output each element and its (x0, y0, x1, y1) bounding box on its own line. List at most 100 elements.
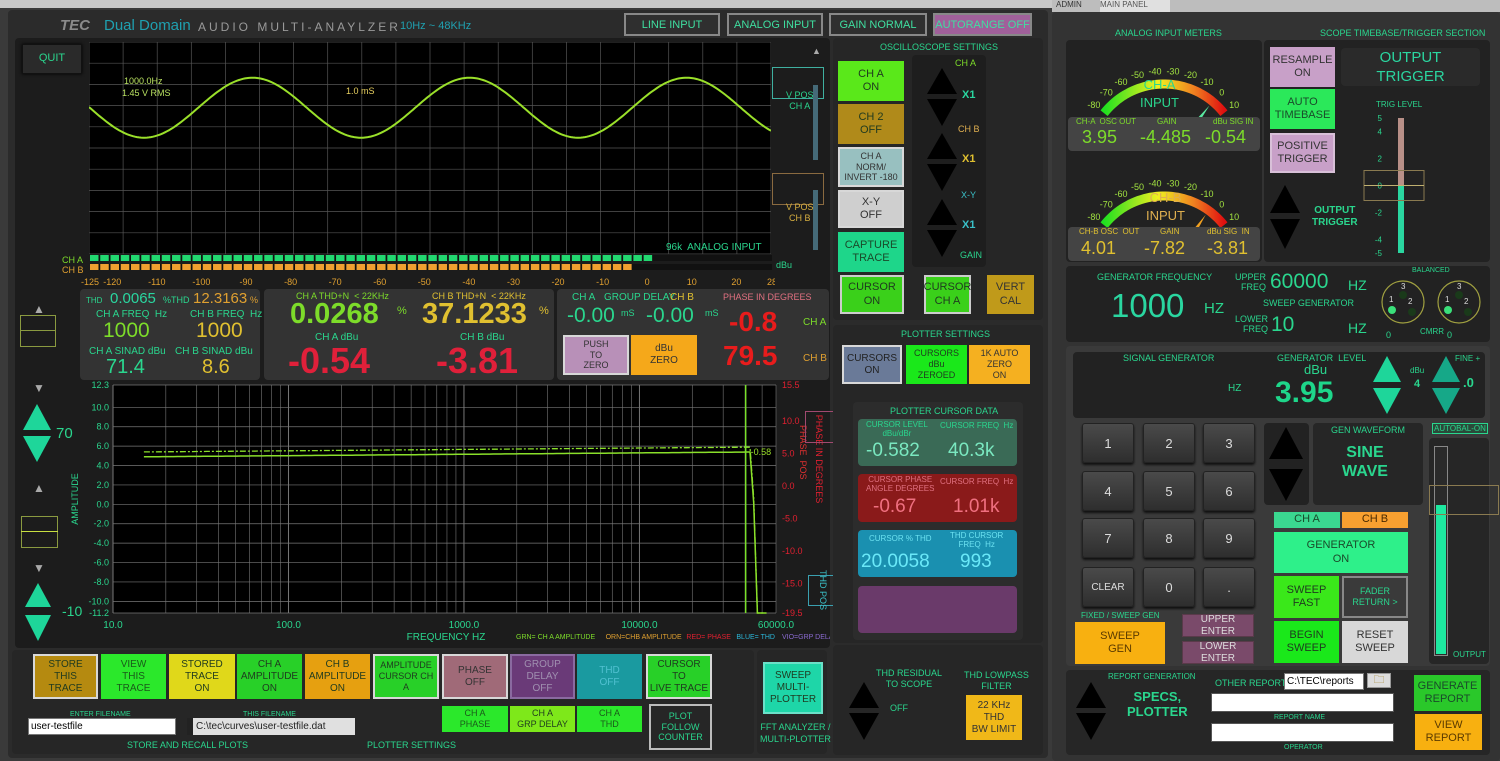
key-4[interactable]: 4 (1082, 471, 1134, 511)
plot-vertical-slider[interactable] (21, 516, 58, 548)
auto-zero-button[interactable]: 1K AUTO ZERO ON (969, 345, 1030, 384)
cursors-zeroed-button[interactable]: CURSORS dBu ZEROED (906, 345, 967, 384)
resample-on-button[interactable]: RESAMPLE ON (1270, 47, 1335, 87)
key-9[interactable]: 9 (1203, 518, 1255, 558)
level-segment-ch-a (571, 255, 581, 261)
key-3[interactable]: 3 (1203, 423, 1255, 463)
output-trigger-stepper[interactable] (1269, 185, 1301, 249)
gain-ch-a-stepper[interactable] (926, 68, 958, 126)
y-tick-label: 4.0 (96, 461, 109, 471)
key-decimal[interactable]: . (1203, 567, 1255, 607)
gain-normal-button[interactable]: GAIN NORMAL (829, 13, 927, 36)
cursor-on-button[interactable]: CURSOR ON (840, 275, 904, 314)
sweep-fast-button[interactable]: SWEEP FAST (1274, 576, 1339, 618)
store-trace-button[interactable]: STORE THIS TRACE (33, 654, 98, 699)
generate-report-button[interactable]: GENERATE REPORT (1414, 675, 1481, 711)
vpos-ch-a-track[interactable] (813, 85, 818, 160)
amplitude-cursor-button[interactable]: AMPLITUDE CURSOR CH A (373, 654, 439, 699)
stored-trace-on-button[interactable]: STORED TRACE ON (169, 654, 235, 699)
report-type-stepper[interactable] (1075, 682, 1107, 740)
scope-scroll-up-icon[interactable]: ▲ (33, 302, 45, 316)
thd-off-button[interactable]: THD OFF (577, 654, 642, 699)
folder-browse-icon[interactable]: 🗀 (1367, 673, 1391, 688)
vpos-ch-b-track[interactable] (813, 190, 818, 250)
tab-main-panel[interactable]: MAIN PANEL (1100, 0, 1170, 12)
output-fader-handle[interactable] (1429, 484, 1499, 515)
key-6[interactable]: 6 (1203, 471, 1255, 511)
fader-return-button[interactable]: FADER RETURN > (1342, 576, 1408, 618)
level-segment-ch-b (233, 264, 243, 270)
dbu-zero-button[interactable]: dBu ZERO (631, 335, 697, 375)
key-1[interactable]: 1 (1082, 423, 1134, 463)
push-to-zero-button[interactable]: PUSH TO ZERO (563, 335, 629, 375)
ch-a-grp-delay-button[interactable]: CH A GRP DELAY (510, 706, 575, 732)
analog-input-button[interactable]: ANALOG INPUT (727, 13, 823, 36)
ch-a-on-button[interactable]: CH A ON (838, 61, 904, 101)
auto-timebase-button[interactable]: AUTO TIMEBASE (1270, 89, 1335, 129)
sweep-multi-plotter-button[interactable]: SWEEP MULTI- PLOTTER (763, 662, 823, 714)
cursors-on-button[interactable]: CURSORS ON (842, 345, 902, 384)
scope-vertical-slider[interactable] (20, 315, 56, 347)
oscilloscope-display[interactable] (89, 42, 771, 254)
key-8[interactable]: 8 (1143, 518, 1195, 558)
scroll-up-arrow-icon[interactable]: ▲ (812, 46, 821, 56)
vert-cal-button[interactable]: VERT CAL (987, 275, 1034, 314)
frequency-plotter[interactable]: 12.3 10.0 8.0 6.0 4.0 2.0 0.0 -2.0 -4.0 -6.0 -8.0 -… (66, 378, 830, 648)
filename-input[interactable] (28, 718, 176, 735)
gain-ch-b-stepper[interactable] (926, 133, 958, 191)
ch-a-amplitude-button[interactable]: CH A AMPLITUDE ON (237, 654, 302, 699)
norm-invert-button[interactable]: CH A NORM/ INVERT -180 (838, 147, 904, 187)
plot-scroll-down-icon[interactable]: ▼ (33, 381, 45, 395)
phase-off-button[interactable]: PHASE OFF (442, 654, 508, 699)
plot-scroll-up-icon[interactable]: ▲ (33, 481, 45, 495)
view-trace-button[interactable]: VIEW THIS TRACE (101, 654, 166, 699)
fft-analyzer-label: FFT ANALYZER / MULTI-PLOTTER (760, 722, 831, 744)
key-clear[interactable]: CLEAR (1082, 567, 1134, 607)
generator-on-button[interactable]: GENERATOR ON (1274, 532, 1408, 573)
tab-admin[interactable]: ADMIN (1056, 0, 1096, 9)
trig-level-slider[interactable]: 5420-2-4-5 (1350, 108, 1430, 260)
gen-level-stepper[interactable] (1372, 356, 1402, 414)
waveform-stepper[interactable] (1268, 427, 1304, 501)
gen-ch-a-button[interactable]: CH A (1274, 512, 1340, 528)
top-range-stepper[interactable] (22, 404, 52, 462)
reset-sweep-button[interactable]: RESET SWEEP (1342, 621, 1408, 663)
thd-bw-limit-button[interactable]: 22 KHz THD BW LIMIT (966, 695, 1022, 740)
ch2-off-button[interactable]: CH 2 OFF (838, 104, 904, 144)
begin-sweep-button[interactable]: BEGIN SWEEP (1274, 621, 1339, 663)
capture-trace-button[interactable]: CAPTURE TRACE (838, 232, 904, 272)
gain-xy-stepper[interactable] (926, 199, 958, 257)
view-report-button[interactable]: VIEW REPORT (1415, 714, 1482, 750)
fine-label: FINE + (1455, 354, 1481, 363)
quit-button[interactable]: QUIT (22, 44, 82, 74)
plot-follow-counter-button[interactable]: PLOT FOLLOW COUNTER (649, 704, 712, 750)
ch-a-thd-button[interactable]: CH A THD (577, 706, 642, 732)
key-0[interactable]: 0 (1143, 567, 1195, 607)
upper-enter-button[interactable]: UPPER ENTER (1182, 614, 1254, 637)
cursor-ch-a-button[interactable]: CURSOR CH A (924, 275, 971, 314)
sweep-gen-button[interactable]: SWEEP GEN (1075, 622, 1165, 664)
level-tick-label: 20 (731, 277, 741, 287)
key-2[interactable]: 2 (1143, 423, 1195, 463)
fine-level-stepper[interactable] (1431, 356, 1461, 414)
reports-path-input[interactable] (1284, 673, 1364, 690)
key-5[interactable]: 5 (1143, 471, 1195, 511)
level-segment-ch-b (264, 264, 273, 270)
ch-a-phase-button[interactable]: CH A PHASE (442, 706, 508, 732)
plot-scroll-down2-icon[interactable]: ▼ (33, 561, 45, 575)
group-delay-off-button[interactable]: GROUP DELAY OFF (510, 654, 575, 699)
autorange-off-button[interactable]: AUTORANGE OFF (933, 13, 1032, 36)
bottom-range-stepper[interactable] (24, 583, 52, 641)
positive-trigger-button[interactable]: POSITIVE TRIGGER (1270, 133, 1335, 173)
thd-residual-stepper[interactable] (848, 682, 880, 740)
ch-b-amplitude-button[interactable]: CH B AMPLITUDE ON (305, 654, 370, 699)
report-name-label: REPORT NAME (1274, 714, 1326, 721)
operator-input[interactable] (1211, 723, 1394, 742)
report-name-input[interactable] (1211, 693, 1394, 712)
lower-enter-button[interactable]: LOWER ENTER (1182, 641, 1254, 664)
line-input-button[interactable]: LINE INPUT (624, 13, 720, 36)
cursor-live-trace-button[interactable]: CURSOR TO LIVE TRACE (646, 654, 712, 699)
xy-off-button[interactable]: X-Y OFF (838, 190, 904, 228)
gen-ch-b-button[interactable]: CH B (1342, 512, 1408, 528)
key-7[interactable]: 7 (1082, 518, 1134, 558)
